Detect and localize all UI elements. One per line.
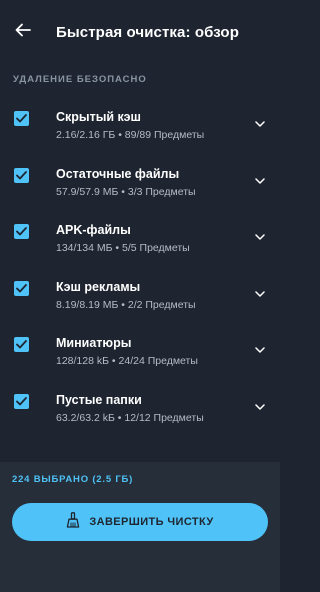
item-name: Кэш рекламы [56,279,141,294]
item-checkbox[interactable] [14,337,29,352]
page-title: Быстрая очистка: обзор [56,23,239,41]
list-item[interactable]: Скрытый кэш 2.16/2.16 ГБ • 89/89 Предмет… [0,102,280,159]
arrow-left-icon [15,23,31,42]
item-name: Пустые папки [56,392,142,407]
list-item[interactable]: Кэш рекламы 8.19/8.19 МБ • 2/2 Предметы [0,272,280,329]
list-item[interactable]: Пустые папки 63.2/63.2 kБ • 12/12 Предме… [0,385,280,442]
section-header: УДАЛЕНИЕ БЕЗОПАСНО [13,74,147,85]
item-text: Кэш рекламы 8.19/8.19 МБ • 2/2 Предметы [56,280,196,311]
item-details: 57.9/57.9 МБ • 3/3 Предметы [56,185,196,198]
selected-summary: 224 ВЫБРАНО (2.5 ГБ) [12,474,134,485]
item-text: Пустые папки 63.2/63.2 kБ • 12/12 Предме… [56,393,204,424]
item-text: Миниатюры 128/128 kБ • 24/24 Предметы [56,336,198,367]
item-details: 2.16/2.16 ГБ • 89/89 Предметы [56,129,205,141]
check-icon [16,396,27,405]
item-checkbox[interactable] [14,224,29,239]
chevron-down-icon[interactable] [254,233,266,241]
bottom-panel: 224 ВЫБРАНО (2.5 ГБ) ЗАВЕРШИТЬ ЧИСТКУ [0,462,280,592]
list-item[interactable]: Миниатюры 128/128 kБ • 24/24 Предметы [0,328,280,385]
item-checkbox[interactable] [14,280,29,296]
check-icon [16,283,27,292]
top-app-bar: Быстрая очистка: обзор [0,0,280,64]
item-name: Скрытый кэш [56,110,141,124]
finish-cleanup-label: ЗАВЕРШИТЬ ЧИСТКУ [89,516,214,528]
item-checkbox[interactable] [14,393,29,409]
broom-icon [66,511,80,533]
item-checkbox[interactable] [14,111,29,126]
chevron-down-icon[interactable] [254,290,266,298]
item-text: APK-файлы 134/134 МБ • 5/5 Предметы [56,223,190,254]
item-details: 134/134 МБ • 5/5 Предметы [56,242,190,254]
cleanup-list: Скрытый кэш 2.16/2.16 ГБ • 89/89 Предмет… [0,102,280,441]
item-name: APK-файлы [56,223,131,237]
item-text: Остаточные файлы 57.9/57.9 МБ • 3/3 Пред… [56,167,196,198]
item-details: 128/128 kБ • 24/24 Предметы [56,355,198,367]
chevron-down-icon[interactable] [254,120,266,128]
item-checkbox[interactable] [14,167,29,183]
chevron-down-icon[interactable] [254,403,266,411]
chevron-down-icon[interactable] [254,177,266,185]
check-icon [16,340,27,349]
list-item[interactable]: Остаточные файлы 57.9/57.9 МБ • 3/3 Пред… [0,159,280,216]
item-text: Скрытый кэш 2.16/2.16 ГБ • 89/89 Предмет… [56,110,204,141]
item-name: Остаточные файлы [56,166,180,181]
item-details: 8.19/8.19 МБ • 2/2 Предметы [56,298,196,311]
back-button[interactable] [12,21,34,43]
check-icon [16,170,27,179]
item-details: 63.2/63.2 kБ • 12/12 Предметы [56,411,204,424]
check-icon [16,114,27,123]
list-item[interactable]: APK-файлы 134/134 МБ • 5/5 Предметы [0,215,280,272]
item-name: Миниатюры [56,336,132,350]
finish-cleanup-button[interactable]: ЗАВЕРШИТЬ ЧИСТКУ [12,503,268,541]
check-icon [16,227,27,236]
chevron-down-icon[interactable] [254,346,266,354]
